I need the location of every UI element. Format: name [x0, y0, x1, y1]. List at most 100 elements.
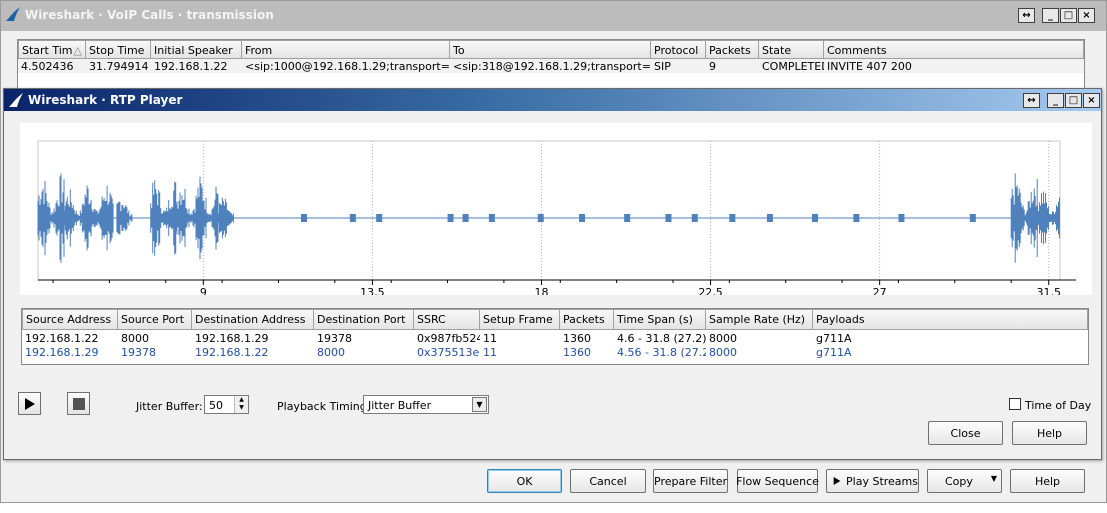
- wireshark-fin-icon: [9, 93, 23, 107]
- close-window-button[interactable]: ×: [1083, 93, 1100, 108]
- dropdown-arrow-icon: ▼: [990, 474, 997, 483]
- x-tick-label: 27: [873, 286, 887, 295]
- table-cell: SIP: [654, 60, 671, 73]
- play-streams-button[interactable]: Play Streams: [826, 469, 919, 493]
- chevron-down-icon[interactable]: ▼: [472, 397, 487, 412]
- waveform-blip: [898, 214, 905, 222]
- table-row[interactable]: 4.502436 31.794914 192.168.1.22 <sip:1000@1…: [18, 59, 1084, 73]
- time-of-day-checkbox[interactable]: [1009, 398, 1021, 410]
- table-cell: 19378: [317, 332, 352, 345]
- restore-arrows-icon[interactable]: ↔: [1018, 8, 1035, 23]
- waveform-burst: [63, 189, 83, 247]
- playback-timing-combo[interactable]: Jitter Buffer ▼: [363, 395, 489, 414]
- waveform-blip: [579, 214, 586, 222]
- copy-menu-button[interactable]: Copy ▼: [927, 469, 1002, 493]
- column-header-label: Initial Speaker: [154, 44, 233, 57]
- voip-calls-table[interactable]: Start Tim△ Stop Time Initial Speaker From To…: [17, 39, 1085, 91]
- cancel-button[interactable]: Cancel: [570, 469, 646, 493]
- waveform-blip: [447, 214, 454, 222]
- spin-down-icon[interactable]: ▼: [235, 404, 248, 412]
- stop-button[interactable]: [67, 392, 90, 415]
- column-header[interactable]: Destination Port: [314, 309, 414, 330]
- waveform-blip: [853, 214, 860, 222]
- rtp-player-titlebar[interactable]: Wireshark · RTP Player ↔ _ □ ×: [4, 89, 1101, 111]
- streams-table-body: 192.168.1.22 8000 192.168.1.29 19378 0x987fb…: [22, 330, 1088, 359]
- minimize-button[interactable]: _: [1042, 8, 1059, 23]
- play-button[interactable]: [18, 392, 41, 415]
- column-header-label: From: [245, 44, 273, 57]
- table-row[interactable]: 192.168.1.29 19378 192.168.1.22 8000 0x37551…: [22, 345, 1088, 359]
- table-cell: 1360: [563, 332, 591, 345]
- column-header[interactable]: Start Tim△: [18, 40, 86, 59]
- waveform-burst: [116, 201, 133, 235]
- waveform-blip: [729, 214, 736, 222]
- waveform-blip: [812, 214, 819, 222]
- waveform-blip: [537, 214, 544, 222]
- help-button[interactable]: Help: [1010, 469, 1085, 493]
- column-header[interactable]: Source Address: [22, 309, 118, 330]
- column-header[interactable]: Payloads: [813, 309, 1088, 330]
- table-cell: 8000: [709, 346, 737, 359]
- flow-sequence-button[interactable]: Flow Sequence: [736, 469, 819, 493]
- waveform-blip: [488, 214, 495, 222]
- column-header-label: Start Tim: [22, 44, 73, 57]
- column-header[interactable]: To: [450, 40, 651, 59]
- jitter-buffer-label: Jitter Buffer:: [136, 400, 203, 413]
- column-header[interactable]: Initial Speaker: [151, 40, 242, 59]
- maximize-button[interactable]: □: [1065, 93, 1082, 108]
- table-cell: 8000: [709, 332, 737, 345]
- table-cell: 4.6 - 31.8 (27.2): [617, 332, 706, 345]
- table-cell: 192.168.1.29: [25, 346, 99, 359]
- minimize-button[interactable]: _: [1047, 93, 1064, 108]
- column-header[interactable]: Comments: [824, 40, 1084, 59]
- playback-timing-label: Playback Timing:: [277, 400, 371, 413]
- close-window-button[interactable]: ×: [1078, 8, 1095, 23]
- play-icon: [833, 476, 841, 486]
- table-cell: 31.794914: [89, 60, 149, 73]
- waveform-graph[interactable]: 9 13,5 18 22,5 27 31,5: [20, 123, 1092, 299]
- x-tick-label: 22,5: [698, 286, 723, 295]
- column-header[interactable]: Protocol: [651, 40, 706, 59]
- waveform-burst: [176, 176, 219, 260]
- waveform-blip: [665, 214, 672, 222]
- prepare-filter-button[interactable]: Prepare Filter: [653, 469, 728, 493]
- calls-table-body: 4.502436 31.794914 192.168.1.22 <sip:1000@1…: [18, 59, 1084, 73]
- waveform-blip: [691, 214, 698, 222]
- rtp-help-button[interactable]: Help: [1012, 421, 1087, 445]
- column-header[interactable]: Time Span (s): [614, 309, 706, 330]
- spin-up-icon[interactable]: ▲: [235, 396, 248, 404]
- voip-calls-titlebar[interactable]: Wireshark · VoIP Calls · transmission ↔ …: [1, 1, 1106, 31]
- column-header[interactable]: From: [242, 40, 450, 59]
- table-cell: 192.168.1.22: [25, 332, 99, 345]
- column-header[interactable]: Destination Address: [192, 309, 314, 330]
- table-cell: INVITE 407 200: [827, 60, 912, 73]
- table-cell: 11: [483, 346, 497, 359]
- close-button[interactable]: Close: [928, 421, 1003, 445]
- play-icon: [24, 397, 35, 410]
- table-cell: COMPLETED: [762, 60, 824, 73]
- column-header[interactable]: Stop Time: [86, 40, 151, 59]
- stop-icon: [72, 397, 85, 410]
- column-header[interactable]: Packets: [706, 40, 759, 59]
- table-row[interactable]: 192.168.1.22 8000 192.168.1.29 19378 0x987fb…: [22, 331, 1088, 345]
- jitter-buffer-spinbox[interactable]: 50 ▲ ▼: [204, 395, 249, 414]
- table-cell: 192.168.1.22: [154, 60, 228, 73]
- maximize-button[interactable]: □: [1060, 8, 1077, 23]
- restore-arrows-icon[interactable]: ↔: [1023, 93, 1040, 108]
- table-cell: 0x375513eb: [417, 346, 480, 359]
- column-header-label: SSRC: [417, 313, 446, 326]
- ok-button[interactable]: OK: [487, 469, 562, 493]
- column-header[interactable]: Source Port: [118, 309, 192, 330]
- rtp-streams-table[interactable]: Source Address Source Port Destination Add…: [21, 308, 1089, 365]
- table-cell: 4.502436: [21, 60, 74, 73]
- column-header[interactable]: SSRC: [414, 309, 480, 330]
- waveform-blip: [462, 214, 469, 222]
- column-header[interactable]: Packets: [560, 309, 614, 330]
- column-header-label: Setup Frame: [483, 313, 553, 326]
- column-header[interactable]: Sample Rate (Hz): [706, 309, 813, 330]
- column-header[interactable]: Setup Frame: [480, 309, 560, 330]
- x-tick-label: 13,5: [360, 286, 385, 295]
- waveform-burst: [217, 197, 234, 239]
- column-header[interactable]: State: [759, 40, 824, 59]
- column-header-label: Comments: [827, 44, 887, 57]
